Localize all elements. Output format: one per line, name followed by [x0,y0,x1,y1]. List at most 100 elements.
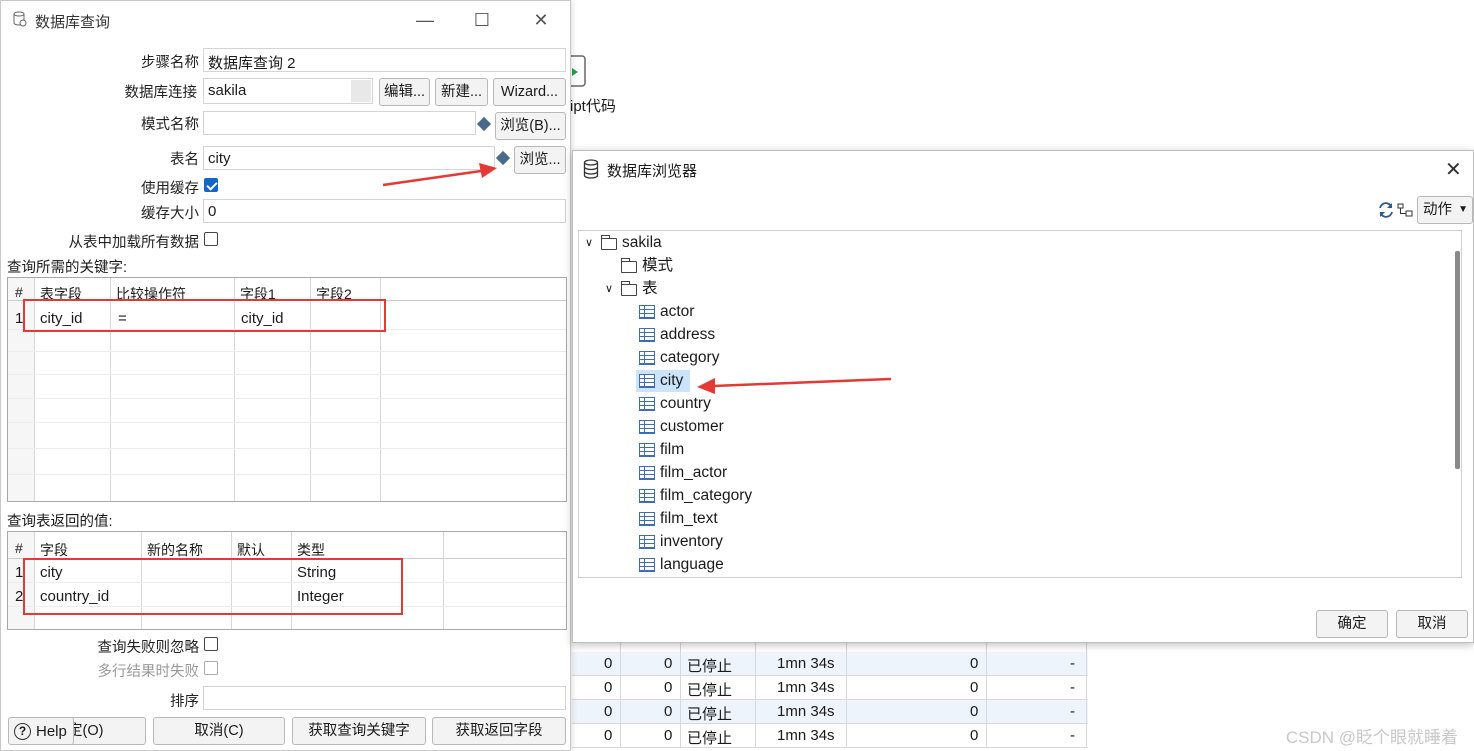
tree-item-table[interactable]: actor [660,301,694,323]
table-icon [639,305,655,319]
database-explorer-dialog: 数据库浏览器 ✕ 动作 ▼ ∨ sakila 模式 ∨ 表 actor addr… [572,150,1474,643]
close-icon[interactable]: ✕ [1445,157,1462,182]
table-row: 0 0 已停止 1mn 34s 0- [572,676,1088,700]
close-button[interactable]: ✕ [530,9,552,31]
title-bar: 数据库查询 — ☐ ✕ [1,1,572,39]
get-keys-button[interactable]: 获取查询关键字 [292,717,426,745]
use-cache-checkbox[interactable] [204,178,218,192]
table-row: 0 0 已停止 1mn 34s 0- [572,652,1088,676]
tree-item-table[interactable]: language [660,554,724,576]
table-icon [639,466,655,480]
highlight-box [23,299,386,332]
column-header[interactable]: # [15,284,23,300]
collapse-icon[interactable]: ∨ [605,278,613,300]
load-all-checkbox[interactable] [204,232,218,246]
connection-label: 数据库连接 [124,85,198,101]
database-lookup-dialog: 数据库查询 — ☐ ✕ 步骤名称 数据库查询 2 数据库连接 sakila 编辑… [0,0,571,751]
fail-ignore-label: 查询失败则忽略 [97,640,200,656]
multi-fail-label: 多行结果时失败 [97,664,200,680]
tree-item-table[interactable]: country [660,393,711,415]
hierarchy-icon[interactable] [1397,203,1413,217]
refresh-icon[interactable] [1377,201,1395,219]
table-row: 0 0 已停止 1mn 34s 0- [572,700,1088,724]
schema-name-field[interactable] [203,111,476,135]
collapse-icon[interactable]: ∨ [585,232,593,254]
multi-fail-checkbox[interactable] [204,661,218,675]
fail-ignore-checkbox[interactable] [204,637,218,651]
load-all-label: 从表中加载所有数据 [68,235,200,251]
highlight-box [23,558,403,615]
order-label: 排序 [170,694,199,710]
table-icon [639,443,655,457]
tree-item-table[interactable]: film [660,439,684,461]
column-header[interactable]: 新的名称 [147,540,203,560]
cache-size-field[interactable]: 0 [203,199,566,223]
table-icon [639,558,655,572]
column-header[interactable]: 字段 [40,540,68,560]
connection-select[interactable]: sakila [203,78,373,104]
table-icon [639,351,655,365]
ok-button[interactable]: 确定 [1316,610,1388,638]
tree-item-table[interactable]: inventory [660,531,723,553]
annotation-arrow-icon [697,377,892,394]
tree-node-tables[interactable]: 表 [642,278,658,300]
browse-schema-button[interactable]: 浏览(B)... [495,112,566,140]
get-return-fields-button[interactable]: 获取返回字段 [432,717,566,745]
tree-item-table[interactable]: film_text [660,508,718,530]
dropdown-arrow-icon[interactable] [351,80,371,102]
dialog-title: 数据库浏览器 [607,163,698,180]
action-label: 动作 [1423,202,1452,218]
tree-node-schema[interactable]: 模式 [642,255,673,277]
action-menu-button[interactable]: 动作 ▼ [1417,196,1473,224]
step-label: ipt代码 [570,98,616,115]
tree-item-table[interactable]: film_actor [660,462,727,484]
chevron-down-icon: ▼ [1458,204,1468,215]
tree-item-table[interactable]: customer [660,416,724,438]
table-row: 0 0 已停止 1mn 34s 0- [572,724,1088,748]
tree-node-root[interactable]: sakila [622,232,662,254]
help-button[interactable]: ? Help [8,717,74,745]
database-lookup-icon [13,11,27,27]
variable-icon [476,116,492,132]
help-icon: ? [14,723,31,740]
folder-icon [600,235,617,250]
table-icon [639,535,655,549]
tree-item-table[interactable]: address [660,324,715,346]
order-field[interactable] [203,686,566,710]
annotation-arrow-icon [382,163,497,187]
tree-item-table[interactable]: film_category [660,485,752,507]
keys-section-label: 查询所需的关键字: [7,260,128,276]
table-icon [639,420,655,434]
database-tree[interactable]: ∨ sakila 模式 ∨ 表 actor address category c… [578,230,1462,578]
watermark: CSDN @眨个眼就睡着 [1285,728,1458,747]
vertical-scrollbar[interactable] [1455,251,1460,469]
minimize-button[interactable]: — [414,9,436,31]
database-icon [583,159,599,179]
step-name-label: 步骤名称 [141,55,199,71]
tree-item-table-selected[interactable]: city [660,370,683,392]
cache-size-label: 缓存大小 [141,206,199,222]
maximize-button[interactable]: ☐ [471,9,493,31]
cancel-button[interactable]: 取消(C) [153,717,285,745]
edit-connection-button[interactable]: 编辑... [379,78,430,106]
return-section-label: 查询表返回的值: [7,514,113,530]
table-icon [639,374,655,388]
column-header[interactable]: 类型 [297,540,325,560]
table-icon [639,512,655,526]
wizard-button[interactable]: Wizard... [493,78,566,106]
folder-icon [620,258,637,273]
new-connection-button[interactable]: 新建... [435,78,488,106]
browse-table-button[interactable]: 浏览... [514,146,566,174]
column-header[interactable]: 默认 [237,540,265,560]
folder-icon [620,281,637,296]
step-name-field[interactable]: 数据库查询 2 [203,48,566,72]
help-label: Help [36,723,67,740]
tree-item-table[interactable]: category [660,347,719,369]
dialog-title: 数据库查询 [35,14,111,31]
table-icon [639,397,655,411]
cancel-button[interactable]: 取消 [1396,610,1468,638]
column-header[interactable]: # [15,540,23,556]
table-icon [639,489,655,503]
use-cache-label: 使用缓存 [141,181,199,197]
table-icon [639,328,655,342]
